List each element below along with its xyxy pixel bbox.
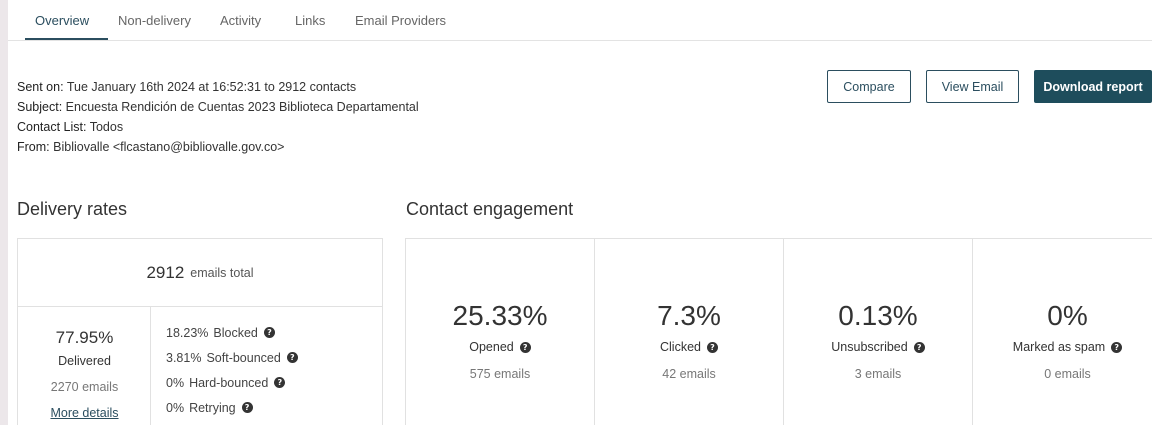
rate-blocked-pct: 18.23%	[166, 325, 209, 340]
from-line: From: Bibliovalle <flcastano@bibliovalle…	[17, 137, 419, 157]
download-report-button[interactable]: Download report	[1034, 70, 1152, 103]
emails-total-row: 2912 emails total	[18, 239, 382, 307]
spam-email-count: 0 emails	[1044, 367, 1091, 381]
unsubscribed-email-count: 3 emails	[854, 367, 902, 381]
view-email-button[interactable]: View Email	[926, 70, 1019, 103]
clicked-label: Clicked	[660, 340, 701, 354]
contact-list-line: Contact List: Todos	[17, 117, 419, 137]
tab-non-delivery[interactable]: Non-delivery	[118, 13, 191, 28]
rate-blocked-label: Blocked	[213, 325, 258, 340]
rate-soft-bounced: 3.81% Soft-bounced ?	[166, 345, 298, 370]
delivery-rates-card: 2912 emails total 77.95% Delivered 2270 …	[17, 238, 383, 425]
opened-label-row: Opened?	[406, 340, 594, 354]
rate-hard-bounced-pct: 0%	[166, 375, 185, 390]
tab-links[interactable]: Links	[295, 13, 325, 28]
engagement-marked-spam: 0% Marked as spam? 0 emails	[973, 239, 1152, 425]
help-icon[interactable]: ?	[1111, 341, 1123, 353]
contact-engagement-card: 25.33% Opened? 575 emails 7.3% Clicked? …	[405, 238, 1152, 425]
delivered-email-count: 2270 emails	[50, 380, 119, 394]
sent-on-key: Sent on:	[17, 80, 64, 94]
sent-on-value: Tue January 16th 2024 at 16:52:31 to 291…	[66, 80, 357, 94]
clicked-email-count: 42 emails	[662, 367, 716, 381]
spam-percentage: 0%	[1047, 300, 1088, 331]
emails-total-label: emails total	[190, 265, 254, 280]
rate-hard-bounced-label: Hard-bounced	[189, 375, 269, 390]
emails-total-count: 2912	[146, 262, 185, 282]
delivered-label: Delivered	[58, 354, 111, 368]
rate-soft-bounced-label: Soft-bounced	[206, 350, 281, 365]
subject-line: Subject: Encuesta Rendición de Cuentas 2…	[17, 97, 419, 117]
rate-blocked: 18.23% Blocked ?	[166, 320, 298, 345]
tab-activity[interactable]: Activity	[220, 13, 261, 28]
help-icon[interactable]: ?	[519, 341, 531, 353]
from-value: Bibliovalle <flcastano@bibliovalle.gov.c…	[53, 140, 285, 154]
rate-hard-bounced: 0% Hard-bounced ?	[166, 370, 298, 395]
delivery-rates-title: Delivery rates	[17, 199, 128, 219]
rate-retrying: 0% Retrying ?	[166, 395, 298, 420]
clicked-label-row: Clicked?	[595, 340, 783, 354]
rate-soft-bounced-pct: 3.81%	[166, 350, 202, 365]
engagement-unsubscribed: 0.13% Unsubscribed? 3 emails	[784, 239, 973, 425]
contact-list-value: Todos	[89, 120, 124, 134]
opened-percentage: 25.33%	[452, 300, 548, 331]
from-key: From:	[17, 140, 50, 154]
help-icon[interactable]: ?	[263, 327, 275, 338]
contact-engagement-title: Contact engagement	[406, 199, 574, 219]
compare-button[interactable]: Compare	[827, 70, 911, 103]
clicked-percentage: 7.3%	[657, 300, 721, 331]
more-details-link[interactable]: More details	[18, 406, 151, 420]
subject-key: Subject:	[17, 100, 63, 114]
subject-value: Encuesta Rendición de Cuentas 2023 Bibli…	[65, 100, 419, 114]
unsubscribed-label-row: Unsubscribed?	[784, 340, 972, 354]
campaign-meta: Sent on: Tue January 16th 2024 at 16:52:…	[17, 77, 419, 157]
delivered-summary: 77.95% Delivered 2270 emails More detail…	[18, 307, 151, 425]
tab-email-providers[interactable]: Email Providers	[355, 13, 446, 28]
delivery-breakdown-list: 18.23% Blocked ? 3.81% Soft-bounced ? 0%…	[166, 320, 298, 420]
rate-retrying-pct: 0%	[166, 400, 185, 415]
spam-label-row: Marked as spam?	[973, 340, 1152, 354]
contact-list-key: Contact List:	[17, 120, 87, 134]
engagement-opened: 25.33% Opened? 575 emails	[406, 239, 595, 425]
left-edge-strip	[0, 0, 8, 425]
sent-on-line: Sent on: Tue January 16th 2024 at 16:52:…	[17, 77, 419, 97]
help-icon[interactable]: ?	[274, 377, 286, 388]
help-icon[interactable]: ?	[286, 352, 298, 363]
tab-bar: Overview Non-delivery Activity Links Ema…	[8, 0, 1152, 41]
delivered-percentage: 77.95%	[55, 328, 114, 347]
active-tab-indicator	[25, 38, 108, 40]
opened-email-count: 575 emails	[469, 367, 531, 381]
rate-retrying-label: Retrying	[189, 400, 236, 415]
spam-label: Marked as spam	[1012, 340, 1106, 354]
help-icon[interactable]: ?	[707, 341, 718, 353]
opened-label: Opened	[469, 340, 514, 354]
unsubscribed-label: Unsubscribed	[831, 340, 908, 354]
help-icon[interactable]: ?	[241, 402, 253, 413]
unsubscribed-percentage: 0.13%	[838, 300, 918, 331]
help-icon[interactable]: ?	[913, 341, 925, 353]
engagement-clicked: 7.3% Clicked? 42 emails	[595, 239, 784, 425]
tab-overview[interactable]: Overview	[35, 13, 89, 28]
